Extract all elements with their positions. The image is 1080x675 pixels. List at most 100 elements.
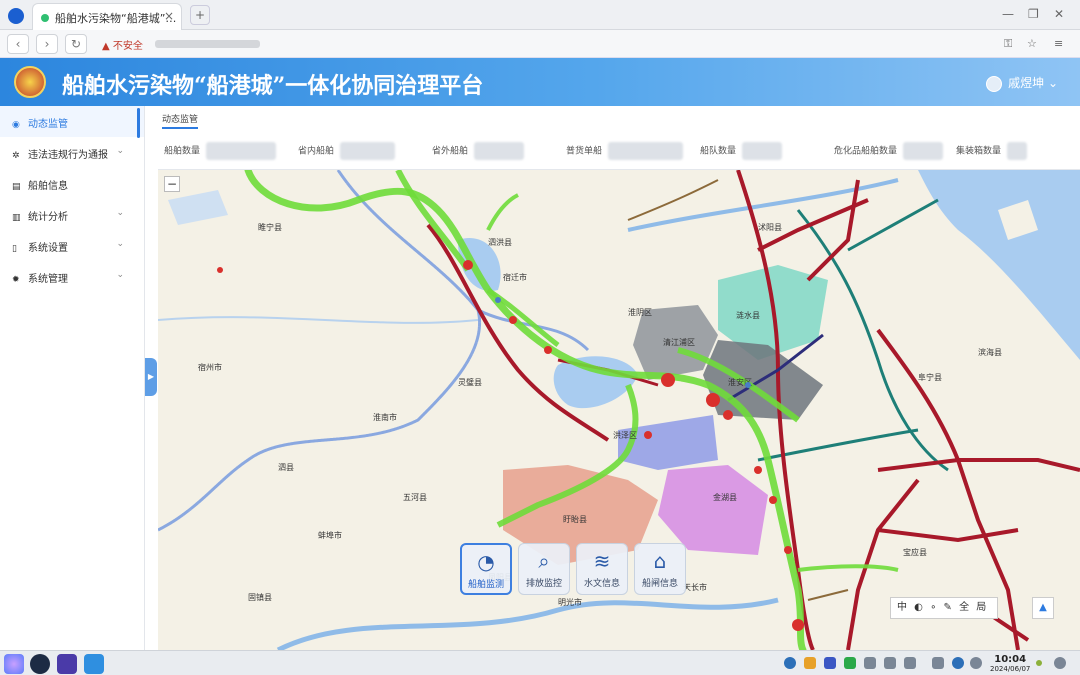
- stat-value-redacted: [340, 142, 396, 160]
- chevron-down-icon: ⌄: [116, 270, 124, 280]
- quick-button-label: 船闸信息: [641, 579, 678, 589]
- taskbar-clock[interactable]: 10:04 2024/06/07: [990, 654, 1030, 673]
- sidebar-scrollbar[interactable]: [137, 108, 140, 138]
- map-place-label: 宿迁市: [503, 272, 527, 282]
- avatar: [986, 75, 1003, 92]
- browser-tab[interactable]: 船舶水污染物“船港城”… ×: [32, 3, 182, 30]
- emission-monitoring-button[interactable]: ⌕ 排放监控: [518, 543, 570, 595]
- national-emblem-logo: [14, 66, 46, 98]
- new-tab-button[interactable]: +: [190, 5, 210, 25]
- stat-fleet-count: 船队数量: [700, 142, 783, 160]
- address-bar: ‹ › ↻ ▲ 不安全 ⚿ ☆ ≡: [0, 30, 1080, 58]
- tray-app-icon[interactable]: [884, 657, 896, 669]
- taskbar: 10:04 2024/06/07: [0, 650, 1080, 675]
- sidebar-item-label: 违法违规行为通报: [28, 150, 108, 161]
- hydrology-info-button[interactable]: ≋ 水文信息: [576, 543, 628, 595]
- notification-icon[interactable]: [1054, 657, 1066, 669]
- map-place-label: 洪泽区: [613, 430, 637, 440]
- chevron-down-icon: ⌄: [116, 239, 124, 249]
- quick-button-label: 水文信息: [583, 579, 620, 589]
- clock-date: 2024/06/07: [990, 665, 1031, 673]
- document-icon: ▤: [12, 182, 21, 192]
- map-place-label: 五河县: [403, 492, 427, 502]
- url-field[interactable]: [155, 40, 260, 48]
- stat-value-redacted: [474, 142, 525, 160]
- sidebar-item-ship-info[interactable]: ▤ 船舶信息: [0, 168, 144, 199]
- reload-button[interactable]: ↻: [65, 34, 87, 54]
- app-header: 船舶水污染物“船港城”一体化协同治理平台 戚煜坤 ⌄: [0, 58, 1080, 106]
- tray-app-icon[interactable]: [904, 657, 916, 669]
- map-place-label: 清江浦区: [663, 337, 695, 347]
- tray-app-icon[interactable]: [864, 657, 876, 669]
- sidebar-item-label: 系统管理: [28, 274, 68, 285]
- chevron-down-icon: ⌄: [116, 146, 124, 156]
- gear-icon: ✹: [12, 275, 20, 285]
- files-app-icon[interactable]: [84, 654, 104, 674]
- bookmark-star-icon[interactable]: ☆: [1027, 37, 1037, 50]
- browser-app-icon[interactable]: [30, 654, 50, 674]
- tray-app-icon[interactable]: [804, 657, 816, 669]
- insecure-indicator[interactable]: ▲ 不安全: [102, 37, 143, 52]
- back-button[interactable]: ‹: [7, 34, 29, 54]
- minimize-button[interactable]: —: [1002, 7, 1014, 21]
- stat-value-redacted: [206, 142, 277, 160]
- user-menu[interactable]: 戚煜坤 ⌄: [986, 74, 1058, 92]
- stat-general-cargo: 普货单船: [566, 142, 684, 160]
- network-icon[interactable]: [952, 657, 964, 669]
- stat-label: 船队数量: [700, 146, 737, 157]
- stat-value-redacted: [903, 142, 944, 160]
- ship-lock-info-button[interactable]: ⌂ 船闸信息: [634, 543, 686, 595]
- map-toolbar[interactable]: 中 ◐ ∘ ✎ 全 局: [890, 597, 998, 619]
- key-icon[interactable]: ⚿: [1004, 37, 1012, 51]
- stat-value-redacted: [608, 142, 684, 160]
- sidebar-item-violations[interactable]: ✲ 违法违规行为通报 ⌄: [0, 137, 144, 168]
- stat-label: 危化品船舶数量: [834, 146, 898, 157]
- stat-ship-count: 船舶数量: [164, 142, 277, 160]
- status-dot-icon: [1036, 660, 1042, 666]
- tray-app-icon[interactable]: [824, 657, 836, 669]
- sidebar-item-system-settings[interactable]: ▯ 系统设置 ⌄: [0, 230, 144, 261]
- map-place-label: 固镇县: [248, 592, 272, 602]
- zoom-out-button[interactable]: −: [164, 176, 180, 192]
- map-place-label: 盱眙县: [563, 514, 587, 524]
- launcher-icon[interactable]: [4, 654, 24, 674]
- stat-inprovince-ships: 省内船舶: [298, 142, 396, 160]
- forward-button[interactable]: ›: [36, 34, 58, 54]
- power-icon[interactable]: [970, 657, 982, 669]
- sidebar-item-dynamic-monitoring[interactable]: ◉ 动态监管: [0, 106, 144, 137]
- tab-dynamic-monitoring[interactable]: 动态监管: [162, 112, 199, 129]
- sidebar-item-statistics[interactable]: ▥ 统计分析 ⌄: [0, 199, 144, 230]
- stat-label: 普货单船: [566, 146, 603, 157]
- stat-label: 省内船舶: [298, 146, 335, 157]
- map-place-label: 淮阴区: [628, 307, 652, 317]
- scroll-up-button[interactable]: ▲: [1032, 597, 1054, 619]
- chevron-down-icon: ⌄: [116, 208, 124, 218]
- map-place-label: 泗县: [278, 463, 294, 472]
- menu-icon[interactable]: ≡: [1054, 37, 1063, 50]
- map-place-label: 明光市: [558, 597, 582, 607]
- map-view[interactable]: 泗洪县 盱眙县 淮阴区 涟水县 淮安区 清江浦区 洪泽区 宿州市 蚌埠市 淮南市 灵璧县 泗县 五河县固…: [158, 170, 1080, 650]
- tray-app-icon[interactable]: [844, 657, 856, 669]
- ship-monitoring-button[interactable]: ◔ 船舶监测: [460, 543, 512, 595]
- bar-chart-icon: ▥: [12, 213, 21, 223]
- tab-close-icon[interactable]: ×: [164, 9, 174, 23]
- map-place-label: 淮南市: [373, 412, 397, 422]
- wps-app-icon[interactable]: [57, 654, 77, 674]
- monitor-icon: ◉: [12, 120, 20, 130]
- stat-value-redacted: [1007, 142, 1028, 160]
- stat-container-count: 集装箱数量: [956, 142, 1028, 160]
- tray-app-icon[interactable]: [784, 657, 796, 669]
- close-window-button[interactable]: ✕: [1054, 7, 1064, 21]
- map-place-label: 涟水县: [736, 310, 760, 320]
- map-place-label: 金湖县: [713, 492, 737, 502]
- sidebar-item-label: 系统设置: [28, 243, 68, 254]
- sidebar-item-system-management[interactable]: ✹ 系统管理 ⌄: [0, 261, 144, 292]
- keyboard-icon[interactable]: [932, 657, 944, 669]
- map-place-label: 滨海县: [978, 347, 1002, 357]
- sidebar-item-label: 船舶信息: [28, 181, 68, 192]
- map-place-label: 蚌埠市: [318, 530, 342, 540]
- ship-monitor-icon: ◔: [477, 550, 495, 574]
- sidebar-collapse-button[interactable]: ▶: [145, 358, 157, 396]
- maximize-button[interactable]: ❐: [1028, 7, 1039, 21]
- quick-button-label: 排放监控: [525, 579, 562, 589]
